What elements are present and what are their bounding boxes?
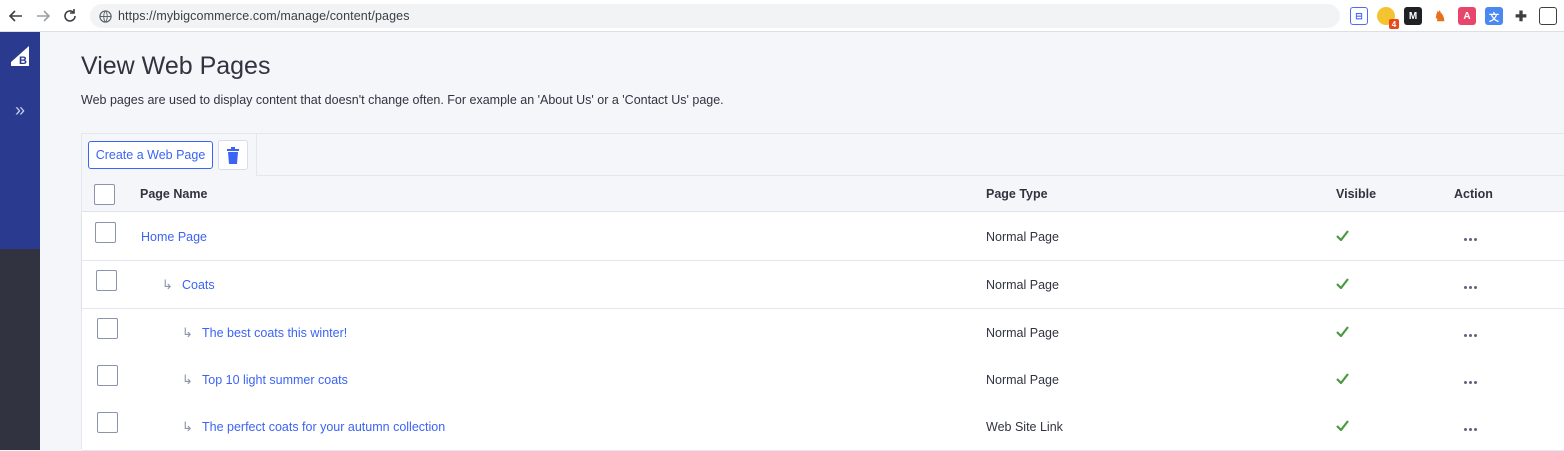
row-checkbox[interactable] xyxy=(97,318,118,339)
page-type: Normal Page xyxy=(986,278,1059,292)
trash-icon xyxy=(227,146,239,164)
page-name-link[interactable]: Coats xyxy=(182,278,215,292)
table-row: ↳ The perfect coats for your autumn coll… xyxy=(82,403,1564,451)
visible-check-icon[interactable] xyxy=(1336,230,1349,241)
more-actions-icon[interactable] xyxy=(1460,233,1480,245)
visible-check-icon[interactable] xyxy=(1336,326,1349,337)
page-name-header[interactable]: Page Name xyxy=(140,187,207,201)
page-name-link[interactable]: The perfect coats for your autumn collec… xyxy=(202,420,445,434)
bulb-extension-icon[interactable]: 4 xyxy=(1377,7,1399,29)
page-description: Web pages are used to display content th… xyxy=(81,93,724,107)
row-checkbox[interactable] xyxy=(97,412,118,433)
more-actions-icon[interactable] xyxy=(1460,329,1480,341)
table-row: ↳ The best coats this winter! Normal Pag… xyxy=(82,309,1564,357)
expand-sidebar-icon[interactable]: » xyxy=(10,100,30,120)
page-title: View Web Pages xyxy=(81,52,271,80)
pages-panel: Create a Web Page Page Name Page Type Vi… xyxy=(81,133,1564,451)
toolbar-background xyxy=(82,134,1564,176)
table-row: ↳ Coats Normal Page xyxy=(82,261,1564,309)
svg-text:B: B xyxy=(19,55,27,67)
reload-icon[interactable] xyxy=(60,6,80,26)
row-checkbox[interactable] xyxy=(95,222,116,243)
side-panel-icon[interactable] xyxy=(1539,7,1557,25)
table-row: Home Page Normal Page xyxy=(82,213,1564,261)
fox-extension-icon[interactable]: ♞ xyxy=(1431,7,1449,25)
more-actions-icon[interactable] xyxy=(1460,281,1480,293)
visible-check-icon[interactable] xyxy=(1336,420,1349,431)
site-info-icon[interactable] xyxy=(98,9,112,23)
translate-extension-icon[interactable]: 文 xyxy=(1485,7,1503,25)
action-header: Action xyxy=(1454,187,1493,201)
page-name-link[interactable]: The best coats this winter! xyxy=(202,326,347,340)
visible-check-icon[interactable] xyxy=(1336,373,1349,384)
browser-toolbar: https://mybigcommerce.com/manage/content… xyxy=(0,0,1564,32)
more-actions-icon[interactable] xyxy=(1460,376,1480,388)
page-name-link[interactable]: Top 10 light summer coats xyxy=(202,373,348,387)
child-page-arrow-icon: ↳ xyxy=(182,419,193,434)
bigcommerce-logo-icon[interactable]: B xyxy=(9,44,33,68)
child-page-arrow-icon: ↳ xyxy=(182,372,193,387)
visible-check-icon[interactable] xyxy=(1336,278,1349,289)
create-web-page-button[interactable]: Create a Web Page xyxy=(88,141,213,169)
a-extension-icon[interactable]: A xyxy=(1458,7,1476,25)
forward-arrow-icon[interactable] xyxy=(33,6,53,26)
page-type: Normal Page xyxy=(986,230,1059,244)
child-page-arrow-icon: ↳ xyxy=(182,325,193,340)
address-bar[interactable]: https://mybigcommerce.com/manage/content… xyxy=(90,4,1340,28)
page-type-header[interactable]: Page Type xyxy=(986,187,1048,201)
more-actions-icon[interactable] xyxy=(1460,423,1480,435)
back-arrow-icon[interactable] xyxy=(6,6,26,26)
delete-button[interactable] xyxy=(218,140,248,170)
page-type: Normal Page xyxy=(986,326,1059,340)
table-row: ↳ Top 10 light summer coats Normal Page xyxy=(82,356,1564,404)
extension-badge: 4 xyxy=(1389,19,1399,29)
page-type: Web Site Link xyxy=(986,420,1063,434)
m-extension-icon[interactable]: M xyxy=(1404,7,1422,25)
pages-toolbar: Create a Web Page xyxy=(82,134,257,176)
row-checkbox[interactable] xyxy=(96,270,117,291)
extensions-bar: ⊟ 4 M ♞ A 文 ✚ xyxy=(1350,7,1557,29)
select-all-checkbox[interactable] xyxy=(94,184,115,205)
extension-icon[interactable]: ⊟ xyxy=(1350,7,1368,25)
row-checkbox[interactable] xyxy=(97,365,118,386)
puzzle-icon[interactable]: ✚ xyxy=(1512,7,1530,25)
child-page-arrow-icon: ↳ xyxy=(162,277,173,292)
table-header: Page Name Page Type Visible Action xyxy=(82,176,1564,212)
page-name-link[interactable]: Home Page xyxy=(141,230,207,244)
sidebar: B » xyxy=(0,32,40,450)
page-type: Normal Page xyxy=(986,373,1059,387)
visible-header[interactable]: Visible xyxy=(1336,187,1376,201)
url-text: https://mybigcommerce.com/manage/content… xyxy=(118,9,410,23)
sidebar-header: B » xyxy=(0,32,40,249)
